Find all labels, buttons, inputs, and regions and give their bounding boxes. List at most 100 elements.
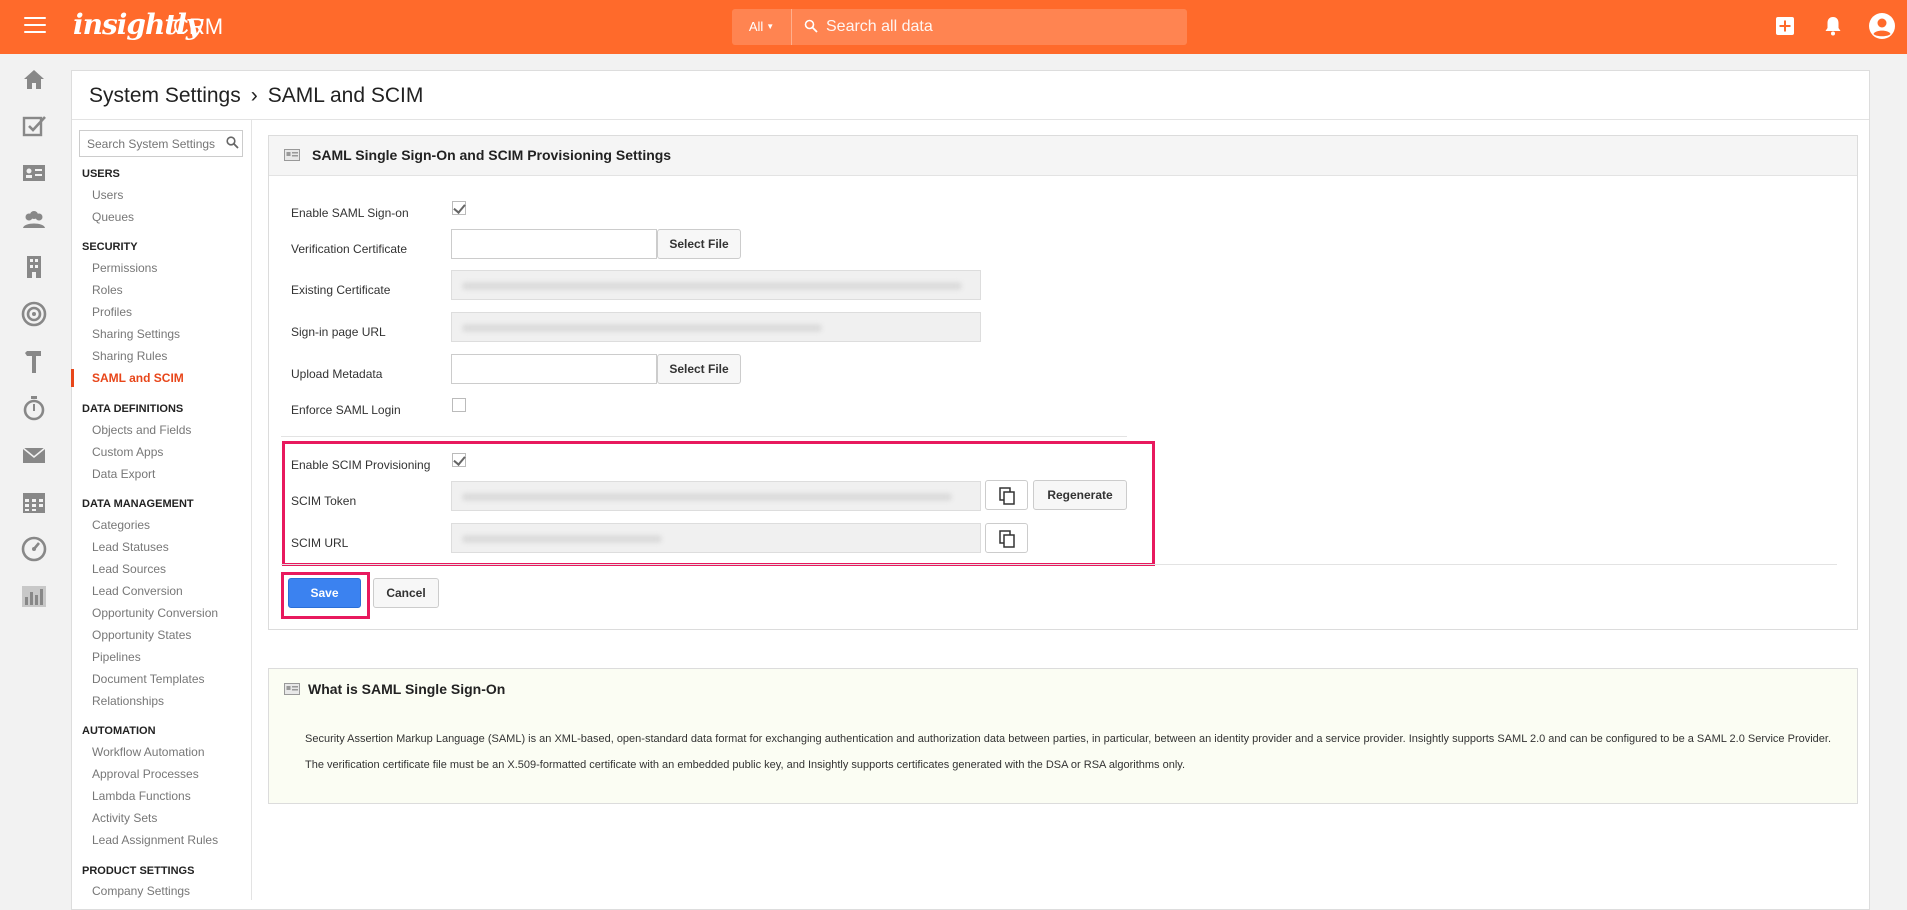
hammer-icon[interactable]	[21, 348, 47, 374]
menu-item-opportunity-states[interactable]: Opportunity States	[92, 628, 191, 642]
menu-item-lambda-functions[interactable]: Lambda Functions	[92, 789, 191, 803]
organizations-icon[interactable]	[21, 207, 47, 233]
menu-item-lead-conversion[interactable]: Lead Conversion	[92, 584, 183, 598]
menu-item-profiles[interactable]: Profiles	[92, 305, 132, 319]
copy-scim-token-button[interactable]	[985, 480, 1028, 510]
target-icon[interactable]	[21, 301, 47, 327]
title-divider	[72, 119, 1869, 120]
scim-token-label: SCIM Token	[291, 494, 357, 508]
saml-info-paragraph: Security Assertion Markup Language (SAML…	[305, 733, 1832, 745]
menu-item-lead-sources[interactable]: Lead Sources	[92, 562, 166, 576]
upload-metadata-file-input[interactable]	[451, 354, 657, 384]
menu-heading-product-settings: PRODUCT SETTINGS	[82, 865, 195, 877]
menu-item-company-settings[interactable]: Company Settings	[92, 884, 190, 898]
menu-item-opportunity-conversion[interactable]: Opportunity Conversion	[92, 606, 218, 620]
scim-token-field	[451, 481, 981, 511]
menu-icon[interactable]	[24, 17, 46, 35]
menu-item-pipelines[interactable]: Pipelines	[92, 650, 141, 664]
enable-saml-checkbox[interactable]	[452, 201, 466, 215]
search-scope-dropdown[interactable]: All ▼	[732, 9, 792, 45]
verification-certificate-select-file-button[interactable]: Select File	[657, 229, 741, 259]
enable-saml-label: Enable SAML Sign-on	[291, 206, 409, 220]
menu-heading-data-definitions: DATA DEFINITIONS	[82, 403, 184, 415]
menu-item-roles[interactable]: Roles	[92, 283, 123, 297]
menu-item-lead-assignment-rules[interactable]: Lead Assignment Rules	[92, 833, 218, 847]
menu-item-objects-and-fields[interactable]: Objects and Fields	[92, 423, 191, 437]
home-icon[interactable]	[21, 66, 47, 92]
menu-item-workflow-automation[interactable]: Workflow Automation	[92, 745, 205, 759]
menu-heading-automation: AUTOMATION	[82, 725, 156, 737]
saml-info-title: What is SAML Single Sign-On	[308, 681, 506, 697]
menu-item-sharing-rules[interactable]: Sharing Rules	[92, 349, 167, 363]
settings-menu	[72, 120, 252, 900]
reports-chart-icon[interactable]	[21, 583, 47, 609]
menu-heading-users: USERS	[82, 168, 120, 180]
menu-item-saml-and-scim[interactable]: SAML and SCIM	[92, 371, 184, 385]
breadcrumb-system-settings[interactable]: System Settings	[89, 84, 241, 107]
existing-certificate-field	[451, 270, 981, 300]
settings-search-input[interactable]	[79, 130, 243, 157]
menu-heading-security: SECURITY	[82, 241, 138, 253]
calendar-icon[interactable]	[21, 489, 47, 515]
existing-certificate-label: Existing Certificate	[291, 283, 391, 297]
upload-metadata-label: Upload Metadata	[291, 367, 383, 381]
enforce-saml-login-label: Enforce SAML Login	[291, 403, 401, 417]
section-divider	[281, 436, 1127, 437]
copy-scim-url-button[interactable]	[985, 523, 1028, 553]
signin-page-url-label: Sign-in page URL	[291, 325, 386, 339]
search-icon	[804, 19, 818, 33]
signin-page-url-field	[451, 312, 981, 342]
scim-url-label: SCIM URL	[291, 536, 349, 550]
contacts-icon[interactable]	[21, 160, 47, 186]
page-title: SAML and SCIM	[267, 84, 424, 107]
search-scope-label: All	[748, 19, 764, 34]
menu-item-lead-statuses[interactable]: Lead Statuses	[92, 540, 169, 554]
verification-certificate-label: Verification Certificate	[291, 242, 408, 256]
email-icon[interactable]	[21, 442, 47, 468]
add-icon[interactable]	[1776, 17, 1794, 35]
menu-item-queues[interactable]: Queues	[92, 210, 134, 224]
menu-item-approval-processes[interactable]: Approval Processes	[92, 767, 199, 781]
copy-icon	[999, 487, 1015, 505]
menu-item-document-templates[interactable]: Document Templates	[92, 672, 205, 686]
menu-item-activity-sets[interactable]: Activity Sets	[92, 811, 157, 825]
menu-item-data-export[interactable]: Data Export	[92, 467, 155, 481]
regenerate-scim-token-button[interactable]: Regenerate	[1033, 480, 1127, 510]
cancel-button[interactable]: Cancel	[373, 578, 439, 608]
tasks-icon[interactable]	[21, 113, 47, 139]
active-menu-indicator	[71, 369, 74, 387]
breadcrumb: System Settings › SAML and SCIM	[89, 84, 423, 108]
product-name: CRM	[173, 14, 224, 39]
menu-item-custom-apps[interactable]: Custom Apps	[92, 445, 163, 459]
upload-metadata-select-file-button[interactable]: Select File	[657, 354, 741, 384]
saml-settings-card-title: SAML Single Sign-On and SCIM Provisionin…	[312, 147, 672, 163]
enable-scim-provisioning-checkbox[interactable]	[452, 453, 466, 467]
enforce-saml-login-checkbox[interactable]	[452, 398, 466, 412]
dashboard-gauge-icon[interactable]	[21, 536, 47, 562]
breadcrumb-separator: ›	[250, 84, 258, 107]
menu-item-relationships[interactable]: Relationships	[92, 694, 164, 708]
notifications-bell-icon[interactable]	[1824, 16, 1842, 36]
enable-scim-provisioning-label: Enable SCIM Provisioning	[291, 458, 431, 472]
app-navigation	[0, 54, 68, 897]
save-button[interactable]: Save	[288, 578, 361, 608]
copy-icon	[999, 530, 1015, 548]
menu-item-users[interactable]: Users	[92, 188, 123, 202]
menu-item-sharing-settings[interactable]: Sharing Settings	[92, 327, 180, 341]
caret-down-icon: ▼	[766, 22, 775, 31]
menu-item-categories[interactable]: Categories	[92, 518, 150, 532]
building-icon[interactable]	[21, 254, 47, 280]
search-input[interactable]	[826, 9, 1166, 45]
form-actions-divider	[281, 564, 1837, 565]
global-search: All ▼	[732, 9, 1187, 45]
verification-certificate-file-input[interactable]	[451, 229, 657, 259]
user-avatar-icon[interactable]	[1868, 12, 1896, 40]
saml-info-paragraph: The verification certificate file must b…	[305, 759, 1186, 771]
top-bar: insightly CRM All ▼	[0, 0, 1907, 54]
stopwatch-icon[interactable]	[21, 395, 47, 421]
info-card-icon	[284, 683, 300, 695]
search-icon	[226, 136, 239, 149]
settings-card-icon	[284, 149, 300, 161]
scim-url-field	[451, 523, 981, 553]
menu-item-permissions[interactable]: Permissions	[92, 261, 157, 275]
